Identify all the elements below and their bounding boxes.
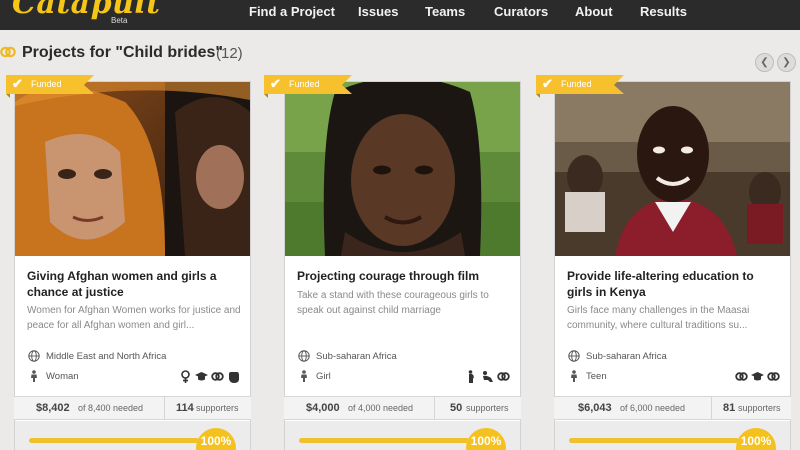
nav-find-a-project[interactable]: Find a Project <box>249 4 335 19</box>
nav-about[interactable]: About <box>575 4 613 19</box>
issue-icons <box>465 370 510 383</box>
globe-icon <box>298 350 310 362</box>
person-icon <box>31 370 37 382</box>
carousel-prev-button[interactable]: ❮ <box>755 53 774 72</box>
project-audience: Teen <box>586 371 607 382</box>
progress-bar <box>29 438 199 443</box>
supporters-label: supporters <box>466 403 509 413</box>
funded-ribbon: ✔ Funded <box>264 75 352 98</box>
beta-badge: Beta <box>111 16 128 25</box>
project-audience: Girl <box>316 371 331 382</box>
nav-teams[interactable]: Teams <box>425 4 465 19</box>
amount-raised: $8,402 <box>36 402 70 414</box>
progress-bar <box>569 438 739 443</box>
funded-label: Funded <box>31 79 62 89</box>
checkmark-icon: ✔ <box>270 76 281 91</box>
amount-raised: $4,000 <box>306 402 340 414</box>
project-title[interactable]: Projecting courage through film <box>297 268 511 284</box>
person-icon <box>301 370 307 382</box>
stats-divider <box>434 397 435 419</box>
supporters-label: supporters <box>738 403 781 413</box>
stats-divider <box>164 397 165 419</box>
nav-issues[interactable]: Issues <box>358 4 398 19</box>
raised-fist-icon[interactable] <box>227 370 240 383</box>
project-photo[interactable] <box>285 82 520 256</box>
progress-bar <box>299 438 469 443</box>
funded-ribbon: ✔ Funded <box>6 75 94 98</box>
funded-label: Funded <box>561 79 592 89</box>
supporters-count: 81 <box>723 402 736 414</box>
project-region: Middle East and North Africa <box>46 351 167 362</box>
amount-raised: $6,043 <box>578 402 612 414</box>
page-title: Projects for "Child brides" <box>22 44 223 61</box>
person-icon <box>571 370 577 382</box>
link-icon[interactable] <box>735 370 748 383</box>
checkmark-icon: ✔ <box>12 76 23 91</box>
nav-results[interactable]: Results <box>640 4 687 19</box>
funding-stats: $4,000 of 4,000 needed 50 supporters <box>284 396 521 420</box>
funded-ribbon: ✔ Funded <box>536 75 624 98</box>
baby-icon[interactable] <box>481 370 494 383</box>
project-region: Sub-saharan Africa <box>316 351 397 362</box>
chain-link-icon <box>0 46 16 58</box>
globe-icon <box>568 350 580 362</box>
project-audience: Woman <box>46 371 79 382</box>
funding-stats: $6,043 of 6,000 needed 81 supporters <box>554 396 791 420</box>
project-title[interactable]: Provide life-altering education to girls… <box>567 268 781 300</box>
checkmark-icon: ✔ <box>542 76 553 91</box>
issue-icons <box>735 370 780 383</box>
project-photo[interactable] <box>555 82 790 256</box>
chevron-left-icon: ❮ <box>760 57 769 68</box>
catapult-logo[interactable]: Catapult <box>12 0 161 21</box>
amount-needed: of 8,400 needed <box>78 403 144 413</box>
top-nav-bar: Catapult Beta Find a Project Issues Team… <box>0 0 800 30</box>
graduation-cap-icon[interactable] <box>751 370 764 383</box>
carousel-next-button[interactable]: ❯ <box>777 53 796 72</box>
supporters-label: supporters <box>196 403 239 413</box>
supporters-count: 114 <box>176 402 194 414</box>
project-card[interactable]: Provide life-altering education to girls… <box>554 81 791 450</box>
funded-label: Funded <box>289 79 320 89</box>
amount-needed: of 6,000 needed <box>620 403 686 413</box>
link-icon[interactable] <box>497 370 510 383</box>
project-description: Women for Afghan Women works for justice… <box>27 305 241 331</box>
supporters-count: 50 <box>450 402 463 414</box>
link-icon[interactable] <box>211 370 224 383</box>
nav-curators[interactable]: Curators <box>494 4 548 19</box>
project-region: Sub-saharan Africa <box>586 351 667 362</box>
female-symbol-icon[interactable] <box>179 370 192 383</box>
globe-icon <box>28 350 40 362</box>
chevron-right-icon: ❯ <box>782 57 791 68</box>
pregnant-woman-icon[interactable] <box>465 370 478 383</box>
stats-divider <box>711 397 712 419</box>
project-card[interactable]: Giving Afghan women and girls a chance a… <box>14 81 251 450</box>
link-icon[interactable] <box>767 370 780 383</box>
project-description: Girls face many challenges in the Maasai… <box>567 305 750 331</box>
amount-needed: of 4,000 needed <box>348 403 414 413</box>
project-description: Take a stand with these courageous girls… <box>297 290 489 316</box>
project-title[interactable]: Giving Afghan women and girls a chance a… <box>27 268 241 300</box>
funding-stats: $8,402 of 8,400 needed 114 supporters <box>14 396 251 420</box>
graduation-cap-icon[interactable] <box>195 370 208 383</box>
project-card[interactable]: Projecting courage through film Take a s… <box>284 81 521 450</box>
results-count: (12) <box>216 45 243 62</box>
issue-icons <box>179 370 240 383</box>
project-photo[interactable] <box>15 82 250 256</box>
